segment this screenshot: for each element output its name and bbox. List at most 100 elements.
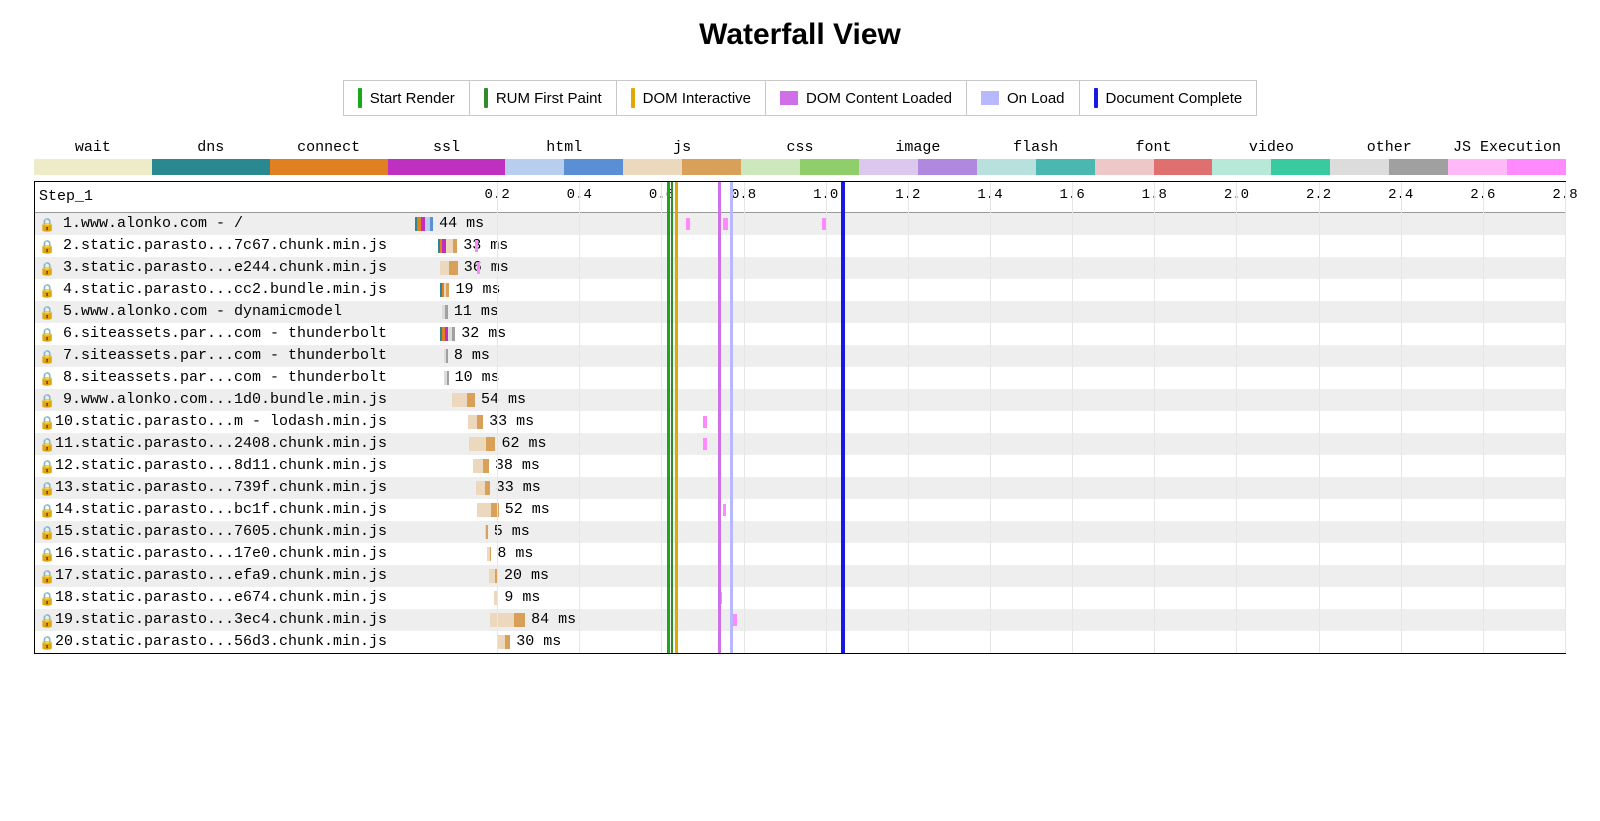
request-row[interactable]: 🔒1. www.alonko.com - /44 ms	[35, 213, 1565, 235]
row-number: 11.	[55, 435, 81, 453]
row-number: 14.	[55, 501, 81, 519]
request-row[interactable]: 🔒12. static.parasto...8d11.chunk.min.js3…	[35, 455, 1565, 477]
request-row[interactable]: 🔒15. static.parasto...7605.chunk.min.js5…	[35, 521, 1565, 543]
request-row[interactable]: 🔒20. static.parasto...56d3.chunk.min.js 3…	[35, 631, 1565, 653]
event-legend: Start RenderRUM First PaintDOM Interacti…	[0, 80, 1600, 116]
event-legend-label: DOM Content Loaded	[806, 90, 952, 107]
waterfall-chart: Step_1 0.20.40.60.81.01.21.41.61.82.02.2…	[34, 181, 1566, 654]
event-legend-item: RUM First Paint	[470, 80, 617, 116]
request-label: static.parasto...bc1f.chunk.min.js	[81, 501, 411, 519]
event-legend-label: RUM First Paint	[496, 90, 602, 107]
lock-icon: 🔒	[39, 305, 53, 319]
row-number: 2.	[55, 237, 81, 255]
mime-swatch-icon	[1095, 159, 1213, 175]
mime-legend-label: other	[1330, 140, 1448, 155]
timing-bar	[415, 217, 433, 231]
duration-label: 8 ms	[497, 545, 533, 563]
duration-label: 19 ms	[456, 281, 501, 299]
request-row[interactable]: 🔒19. static.parasto...3ec4.chunk.min.js8…	[35, 609, 1565, 631]
timing-bar	[442, 305, 448, 319]
lock-icon: 🔒	[39, 635, 53, 649]
duration-label: 33 ms	[489, 413, 534, 431]
gridline	[990, 182, 991, 653]
request-row[interactable]: 🔒3. static.parasto...e244.chunk.min.js36…	[35, 257, 1565, 279]
request-row[interactable]: 🔒11. static.parasto...2408.chunk.min.js6…	[35, 433, 1565, 455]
duration-label: 44 ms	[439, 215, 484, 233]
js-execution-mark	[475, 240, 478, 252]
duration-label: 33 ms	[463, 237, 508, 255]
request-row[interactable]: 🔒10. static.parasto...m - lodash.min.js3…	[35, 411, 1565, 433]
step-label: Step_1	[39, 188, 93, 206]
marker-block-icon	[981, 91, 999, 105]
request-label: static.parasto...56d3.chunk.min.js	[81, 633, 411, 651]
marker-block-icon	[780, 91, 798, 105]
event-legend-label: DOM Interactive	[643, 90, 751, 107]
duration-label: 52 ms	[505, 501, 550, 519]
lock-icon: 🔒	[39, 283, 53, 297]
duration-label: 38 ms	[495, 457, 540, 475]
row-number: 13.	[55, 479, 81, 497]
lock-icon: 🔒	[39, 591, 53, 605]
row-number: 20.	[55, 633, 81, 651]
event-legend-item: DOM Interactive	[617, 80, 766, 116]
lock-icon: 🔒	[39, 547, 53, 561]
mime-swatch-icon	[1212, 159, 1330, 175]
request-row[interactable]: 🔒13. static.parasto...739f.chunk.min.js3…	[35, 477, 1565, 499]
mime-legend-label: dns	[152, 140, 270, 155]
duration-label: 11 ms	[454, 303, 499, 321]
marker-line-icon	[1094, 88, 1098, 108]
mime-swatch-icon	[1330, 159, 1448, 175]
mime-swatch-icon	[741, 159, 859, 175]
timing-bar	[452, 393, 475, 407]
request-row[interactable]: 🔒8. siteassets.par...com - thunderbolt10…	[35, 367, 1565, 389]
mime-legend-item: font	[1095, 140, 1213, 175]
request-row[interactable]: 🔒16. static.parasto...17e0.chunk.min.js8…	[35, 543, 1565, 565]
row-number: 7.	[55, 347, 81, 365]
gridline	[826, 182, 827, 653]
gridline	[1072, 182, 1073, 653]
request-row[interactable]: 🔒2. static.parasto...7c67.chunk.min.js33…	[35, 235, 1565, 257]
lock-icon: 🔒	[39, 371, 53, 385]
js-execution-mark	[703, 416, 707, 428]
event-line	[718, 182, 721, 653]
gridline	[1401, 182, 1402, 653]
js-execution-mark	[723, 504, 726, 516]
js-execution-mark	[723, 218, 728, 230]
js-execution-mark	[703, 438, 707, 450]
timing-bar	[485, 525, 488, 539]
duration-label: 30 ms	[516, 633, 561, 651]
request-row[interactable]: 🔒5. www.alonko.com - dynamicmodel11 ms	[35, 301, 1565, 323]
request-row[interactable]: 🔒6. siteassets.par...com - thunderbolt32…	[35, 323, 1565, 345]
row-number: 16.	[55, 545, 81, 563]
request-row[interactable]: 🔒7. siteassets.par...com - thunderbolt8 …	[35, 345, 1565, 367]
timing-bar	[476, 481, 490, 495]
gridline	[661, 182, 662, 653]
js-execution-mark	[477, 262, 480, 274]
timing-bar	[469, 437, 495, 451]
request-row[interactable]: 🔒18. static.parasto...e674.chunk.min.js9…	[35, 587, 1565, 609]
event-line	[841, 182, 845, 653]
timing-bar	[468, 415, 483, 429]
mime-legend-label: font	[1095, 140, 1213, 155]
event-legend-label: Document Complete	[1106, 90, 1243, 107]
timing-bar	[438, 239, 458, 253]
request-row[interactable]: 🔒14. static.parasto...bc1f.chunk.min.js5…	[35, 499, 1565, 521]
request-row[interactable]: 🔒17. static.parasto...efa9.chunk.min.js2…	[35, 565, 1565, 587]
row-number: 18.	[55, 589, 81, 607]
timing-bar	[440, 327, 456, 341]
request-label: www.alonko.com - /	[81, 215, 411, 233]
timing-bar	[440, 283, 449, 297]
row-number: 19.	[55, 611, 81, 629]
gridline	[744, 182, 745, 653]
mime-legend-item: html	[505, 140, 623, 175]
row-number: 17.	[55, 567, 81, 585]
mime-legend-item: image	[859, 140, 977, 175]
mime-legend-label: js	[623, 140, 741, 155]
request-row[interactable]: 🔒4. static.parasto...cc2.bundle.min.js19…	[35, 279, 1565, 301]
mime-swatch-icon	[623, 159, 741, 175]
request-row[interactable]: 🔒9. www.alonko.com...1d0.bundle.min.js54…	[35, 389, 1565, 411]
request-label: static.parasto...2408.chunk.min.js	[81, 435, 411, 453]
gridline	[1236, 182, 1237, 653]
request-label: static.parasto...7605.chunk.min.js	[81, 523, 411, 541]
duration-label: 84 ms	[531, 611, 576, 629]
